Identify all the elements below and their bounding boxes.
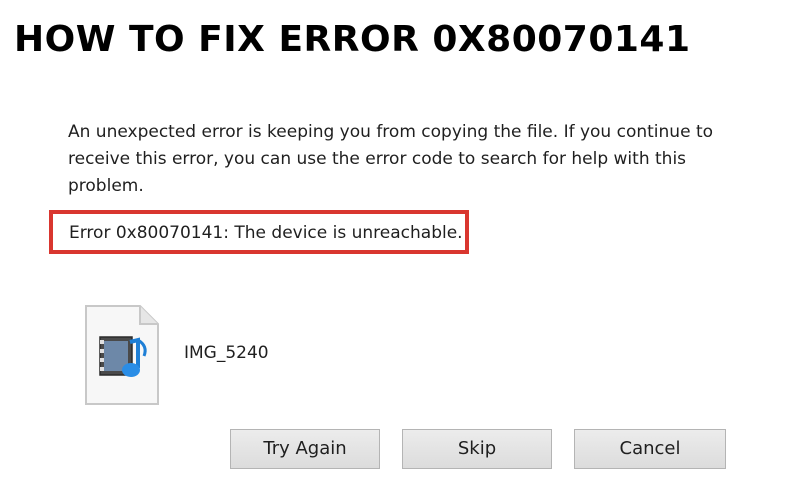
copy-error-dialog: An unexpected error is keeping you from … <box>0 100 800 500</box>
media-file-icon <box>84 304 160 406</box>
try-again-button[interactable]: Try Again <box>230 429 380 469</box>
skip-button[interactable]: Skip <box>402 429 552 469</box>
file-name-label: IMG_5240 <box>184 343 269 363</box>
page-headline: HOW TO FIX ERROR 0X80070141 <box>14 19 691 60</box>
cancel-button[interactable]: Cancel <box>574 429 726 469</box>
error-code-text: Error 0x80070141: The device is unreacha… <box>69 223 463 243</box>
error-message: An unexpected error is keeping you from … <box>68 122 714 196</box>
error-code-highlight: Error 0x80070141: The device is unreacha… <box>49 210 469 254</box>
